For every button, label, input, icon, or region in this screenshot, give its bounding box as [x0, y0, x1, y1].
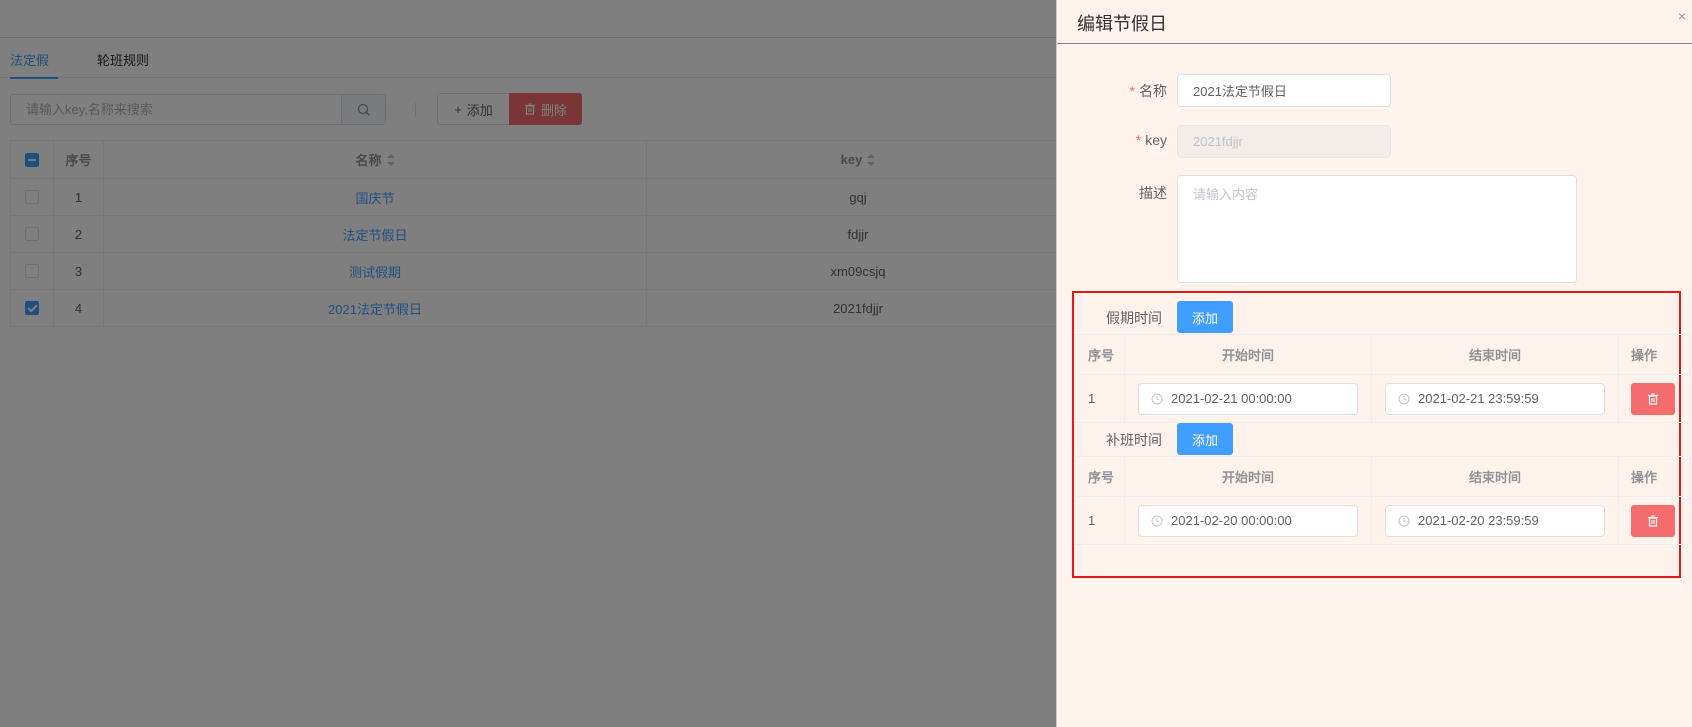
description-textarea[interactable]	[1178, 176, 1576, 282]
name-label: * 名称	[1057, 81, 1167, 101]
description-field[interactable]	[1177, 175, 1577, 283]
workday-time-table: 序号 开始时间 结束时间 操作 1 2021-02-20 00:00:00 20…	[1075, 456, 1690, 545]
row-index: 1	[1075, 375, 1125, 422]
column-header-index: 序号	[1075, 335, 1125, 374]
table-header-row: 序号 开始时间 结束时间 操作	[1075, 335, 1690, 375]
table-row: 1 2021-02-20 00:00:00 2021-02-20 23:59:5…	[1075, 497, 1690, 545]
key-label: * key	[1057, 132, 1167, 148]
clock-icon	[1151, 393, 1163, 404]
column-header-action: 操作	[1619, 457, 1690, 496]
row-index: 1	[1075, 497, 1125, 544]
add-workday-time-button[interactable]: 添加	[1177, 423, 1233, 455]
start-datetime-picker[interactable]: 2021-02-21 00:00:00	[1138, 382, 1358, 415]
close-icon[interactable]: ×	[1678, 8, 1686, 24]
key-field	[1177, 125, 1391, 158]
required-mark: *	[1135, 132, 1142, 148]
end-datetime-picker[interactable]: 2021-02-20 23:59:59	[1385, 504, 1605, 537]
delete-row-button[interactable]	[1631, 504, 1675, 537]
delete-row-button[interactable]	[1631, 382, 1675, 415]
name-label-text: 名称	[1139, 83, 1167, 99]
end-datetime-value: 2021-02-20 23:59:59	[1418, 513, 1539, 528]
add-holiday-time-button[interactable]: 添加	[1177, 301, 1233, 333]
table-row: 1 2021-02-21 00:00:00 2021-02-21 23:59:5…	[1075, 375, 1690, 423]
key-label-text: key	[1145, 132, 1167, 148]
clock-icon	[1398, 515, 1410, 526]
start-datetime-picker[interactable]: 2021-02-20 00:00:00	[1138, 504, 1358, 537]
column-header-start: 开始时间	[1125, 335, 1372, 374]
clock-icon	[1398, 393, 1410, 404]
holiday-time-table: 序号 开始时间 结束时间 操作 1 2021-02-21 00:00:00 20…	[1075, 334, 1690, 423]
drawer-title: 编辑节假日	[1077, 14, 1167, 34]
column-header-start: 开始时间	[1125, 457, 1372, 496]
description-label: 描述	[1139, 185, 1167, 201]
start-datetime-value: 2021-02-20 00:00:00	[1171, 513, 1292, 528]
key-input	[1178, 126, 1390, 157]
holiday-time-label: 假期时间	[1106, 310, 1162, 326]
clock-icon	[1151, 515, 1163, 526]
column-header-end: 结束时间	[1372, 335, 1619, 374]
column-header-end: 结束时间	[1372, 457, 1619, 496]
trash-icon	[1648, 392, 1658, 405]
name-field[interactable]	[1177, 74, 1391, 107]
required-mark: *	[1129, 83, 1135, 99]
table-header-row: 序号 开始时间 结束时间 操作	[1075, 457, 1690, 497]
drawer-header: 编辑节假日 ×	[1057, 0, 1692, 44]
name-input[interactable]	[1178, 75, 1390, 106]
end-datetime-picker[interactable]: 2021-02-21 23:59:59	[1385, 382, 1605, 415]
end-datetime-value: 2021-02-21 23:59:59	[1418, 391, 1539, 406]
column-header-index: 序号	[1075, 457, 1125, 496]
workday-time-label: 补班时间	[1106, 432, 1162, 448]
trash-icon	[1648, 514, 1658, 527]
start-datetime-value: 2021-02-21 00:00:00	[1171, 391, 1292, 406]
column-header-action: 操作	[1619, 335, 1690, 374]
